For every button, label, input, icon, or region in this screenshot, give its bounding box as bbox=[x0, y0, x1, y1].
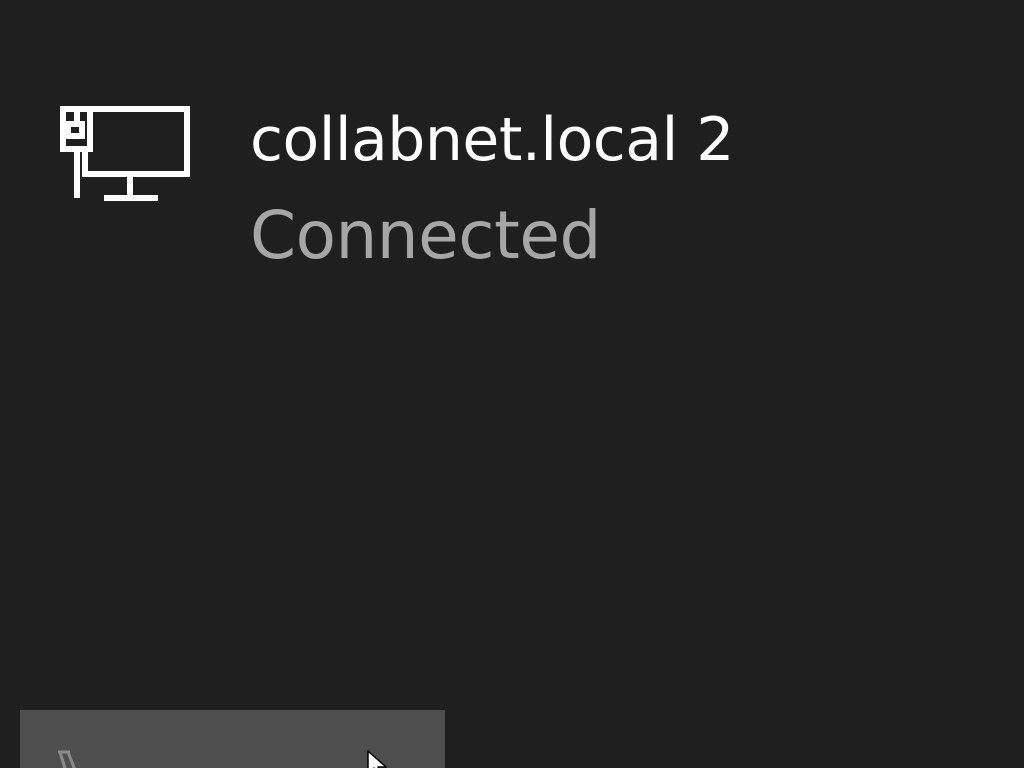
wired-network-icon bbox=[60, 106, 190, 201]
network-flyout: collabnet.local 2 Connected bbox=[0, 0, 1024, 768]
network-status: Connected bbox=[250, 197, 601, 274]
mouse-cursor-icon bbox=[367, 750, 387, 768]
network-name: collabnet.local 2 bbox=[250, 105, 734, 175]
network-list-item[interactable]: collabnet.local 2 Connected bbox=[56, 96, 816, 286]
partial-glyph-icon bbox=[58, 750, 76, 768]
